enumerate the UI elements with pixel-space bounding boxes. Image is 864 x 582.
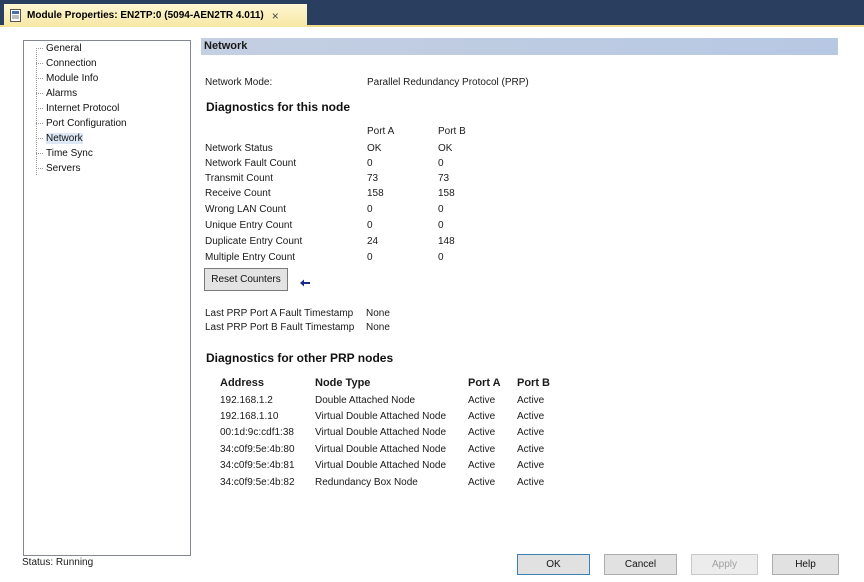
document-tab-bar: Module Properties: EN2TP:0 (5094-AEN2TR … [0,0,864,27]
stat-port-b: 0 [438,204,444,215]
status-text: Status: Running [22,557,94,568]
node-port-a: Active [468,460,496,471]
node-type: Virtual Double Attached Node [315,460,447,471]
stat-port-a: 0 [367,204,373,215]
tree-item-servers[interactable]: Servers [36,161,80,176]
port-a-header: Port A [367,126,395,137]
stat-port-b: 148 [438,236,455,247]
stat-port-b: OK [438,143,453,154]
node-address: 192.168.1.10 [220,411,279,422]
stat-port-a: 0 [367,158,373,169]
stat-port-b: 0 [438,220,444,231]
node-address: 00:1d:9c:cdf1:38 [220,427,294,438]
cancel-button[interactable]: Cancel [604,554,677,575]
node-type: Redundancy Box Node [315,477,418,488]
stat-port-b: 0 [438,158,444,169]
help-button[interactable]: Help [772,554,839,575]
tab-title: Module Properties: EN2TP:0 (5094-AEN2TR … [27,10,264,21]
stat-label: Network Status [205,143,273,154]
node-address: 34:c0f9:5e:4b:82 [220,477,295,488]
ok-button[interactable]: OK [517,554,590,575]
port-b-fault-value: None [366,322,390,333]
node-port-a: Active [468,411,496,422]
tree-item-port-configuration[interactable]: Port Configuration [36,116,127,131]
node-port-b: Active [517,427,545,438]
category-tree[interactable]: General Connection Module Info Alarms In… [23,40,191,556]
node-type: Double Attached Node [315,395,416,406]
tree-item-alarms[interactable]: Alarms [36,86,77,101]
diagnostics-other-nodes-heading: Diagnostics for other PRP nodes [206,351,394,365]
close-icon[interactable]: × [272,9,279,23]
stat-port-a: 0 [367,220,373,231]
node-address: 34:c0f9:5e:4b:81 [220,460,295,471]
node-port-b: Active [517,395,545,406]
node-port-a: Active [468,477,496,488]
tree-item-connection[interactable]: Connection [36,56,97,71]
column-header-port-a: Port A [468,377,501,389]
port-b-fault-label: Last PRP Port B Fault Timestamp [205,322,355,333]
reset-counters-button[interactable]: Reset Counters [204,268,288,291]
tree-item-internet-protocol[interactable]: Internet Protocol [36,101,119,116]
node-type: Virtual Double Attached Node [315,411,447,422]
tree-item-module-info[interactable]: Module Info [36,71,98,86]
node-port-b: Active [517,411,545,422]
document-icon [10,9,21,22]
stat-port-a: 0 [367,252,373,263]
tree-item-time-sync[interactable]: Time Sync [36,146,93,161]
stat-label: Network Fault Count [205,158,297,169]
node-port-a: Active [468,444,496,455]
node-address: 34:c0f9:5e:4b:80 [220,444,295,455]
network-mode-label: Network Mode: [205,77,273,88]
column-header-address: Address [220,377,265,389]
stat-port-a: OK [367,143,382,154]
port-a-fault-label: Last PRP Port A Fault Timestamp [205,308,354,319]
port-b-header: Port B [438,126,466,137]
apply-button[interactable]: Apply [691,554,758,575]
column-header-node-type: Node Type [315,377,371,389]
node-address: 192.168.1.2 [220,395,273,406]
stat-port-a: 158 [367,188,384,199]
stat-label: Wrong LAN Count [205,204,286,215]
stat-label: Transmit Count [205,173,273,184]
column-header-port-b: Port B [517,377,550,389]
stat-port-b: 158 [438,188,455,199]
node-port-b: Active [517,477,545,488]
stat-label: Multiple Entry Count [205,252,296,263]
stat-label: Unique Entry Count [205,220,293,231]
node-type: Virtual Double Attached Node [315,427,447,438]
node-port-a: Active [468,395,496,406]
stat-label: Duplicate Entry Count [205,236,303,247]
stat-port-a: 73 [367,173,379,184]
node-port-b: Active [517,460,545,471]
node-type: Virtual Double Attached Node [315,444,447,455]
node-port-a: Active [468,427,496,438]
stat-label: Receive Count [205,188,271,199]
network-mode-value: Parallel Redundancy Protocol (PRP) [367,77,529,88]
node-port-b: Active [517,444,545,455]
port-a-fault-value: None [366,308,390,319]
tree-item-general[interactable]: General [36,41,82,56]
stat-port-b: 0 [438,252,444,263]
module-properties-tab[interactable]: Module Properties: EN2TP:0 (5094-AEN2TR … [4,4,307,27]
stat-port-a: 24 [367,236,379,247]
stat-port-b: 73 [438,173,450,184]
arrow-left-icon [300,279,310,287]
page-title: Network [201,38,838,55]
diagnostics-this-node-heading: Diagnostics for this node [206,100,351,114]
tree-item-network[interactable]: Network [36,131,83,146]
